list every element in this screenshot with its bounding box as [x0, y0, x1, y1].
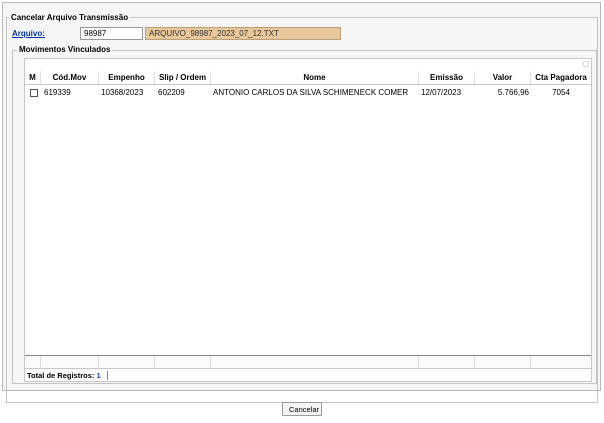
column-header-cod-mov[interactable]: Cód.Mov	[41, 71, 99, 84]
linked-movements-title: Movimentos Vinculados	[17, 45, 113, 55]
total-records-text: Total de Registros:	[27, 371, 95, 380]
cell-valor: 5.766,96	[497, 88, 529, 97]
cell-nome: ANTONIO CARLOS DA SILVA SCHIMENECK COMER	[213, 88, 409, 97]
column-header-emissao[interactable]: Emissão	[419, 71, 475, 84]
form-title: Cancelar Arquivo Transmissão	[9, 13, 131, 23]
movements-grid: M Cód.Mov Empenho Slip / Ordem Nome Emis…	[24, 58, 592, 378]
total-records-value: 1	[96, 371, 101, 380]
cell-cod-mov: 619339	[44, 88, 71, 97]
grid-header: M Cód.Mov Empenho Slip / Ordem Nome Emis…	[25, 71, 591, 85]
cell-slip: 602209	[158, 88, 185, 97]
total-separator	[107, 371, 108, 380]
column-header-m[interactable]: M	[25, 71, 41, 84]
cell-emissao: 12/07/2023	[421, 88, 462, 97]
arquivo-code-field[interactable]: 98987	[80, 27, 143, 40]
row-select-cell	[25, 86, 41, 100]
total-records-bar: Total de Registros: 1	[24, 368, 592, 382]
table-row[interactable]: 619339 10368/2023 602209 ANTONIO CARLOS …	[25, 86, 591, 100]
cell-empenho: 10368/2023	[101, 88, 144, 97]
total-records-label: Total de Registros: 1	[27, 371, 101, 381]
grid-summary-row	[25, 355, 591, 369]
grid-settings-icon[interactable]	[583, 61, 589, 67]
column-header-nome[interactable]: Nome	[211, 71, 419, 84]
column-header-cta-pagadora[interactable]: Cta Pagadora	[531, 71, 591, 84]
column-header-empenho[interactable]: Empenho	[99, 71, 155, 84]
column-header-slip-ordem[interactable]: Slip / Ordem	[155, 71, 211, 84]
column-header-valor[interactable]: Valor	[475, 71, 531, 84]
arquivo-link[interactable]: Arquivo:	[12, 29, 45, 39]
row-checkbox[interactable]	[30, 89, 38, 97]
arquivo-name-field: ARQUIVO_98987_2023_07_12.TXT	[145, 27, 341, 40]
cell-cta-pagadora: 7054	[552, 88, 570, 97]
cancel-button[interactable]: Cancelar	[282, 402, 322, 416]
